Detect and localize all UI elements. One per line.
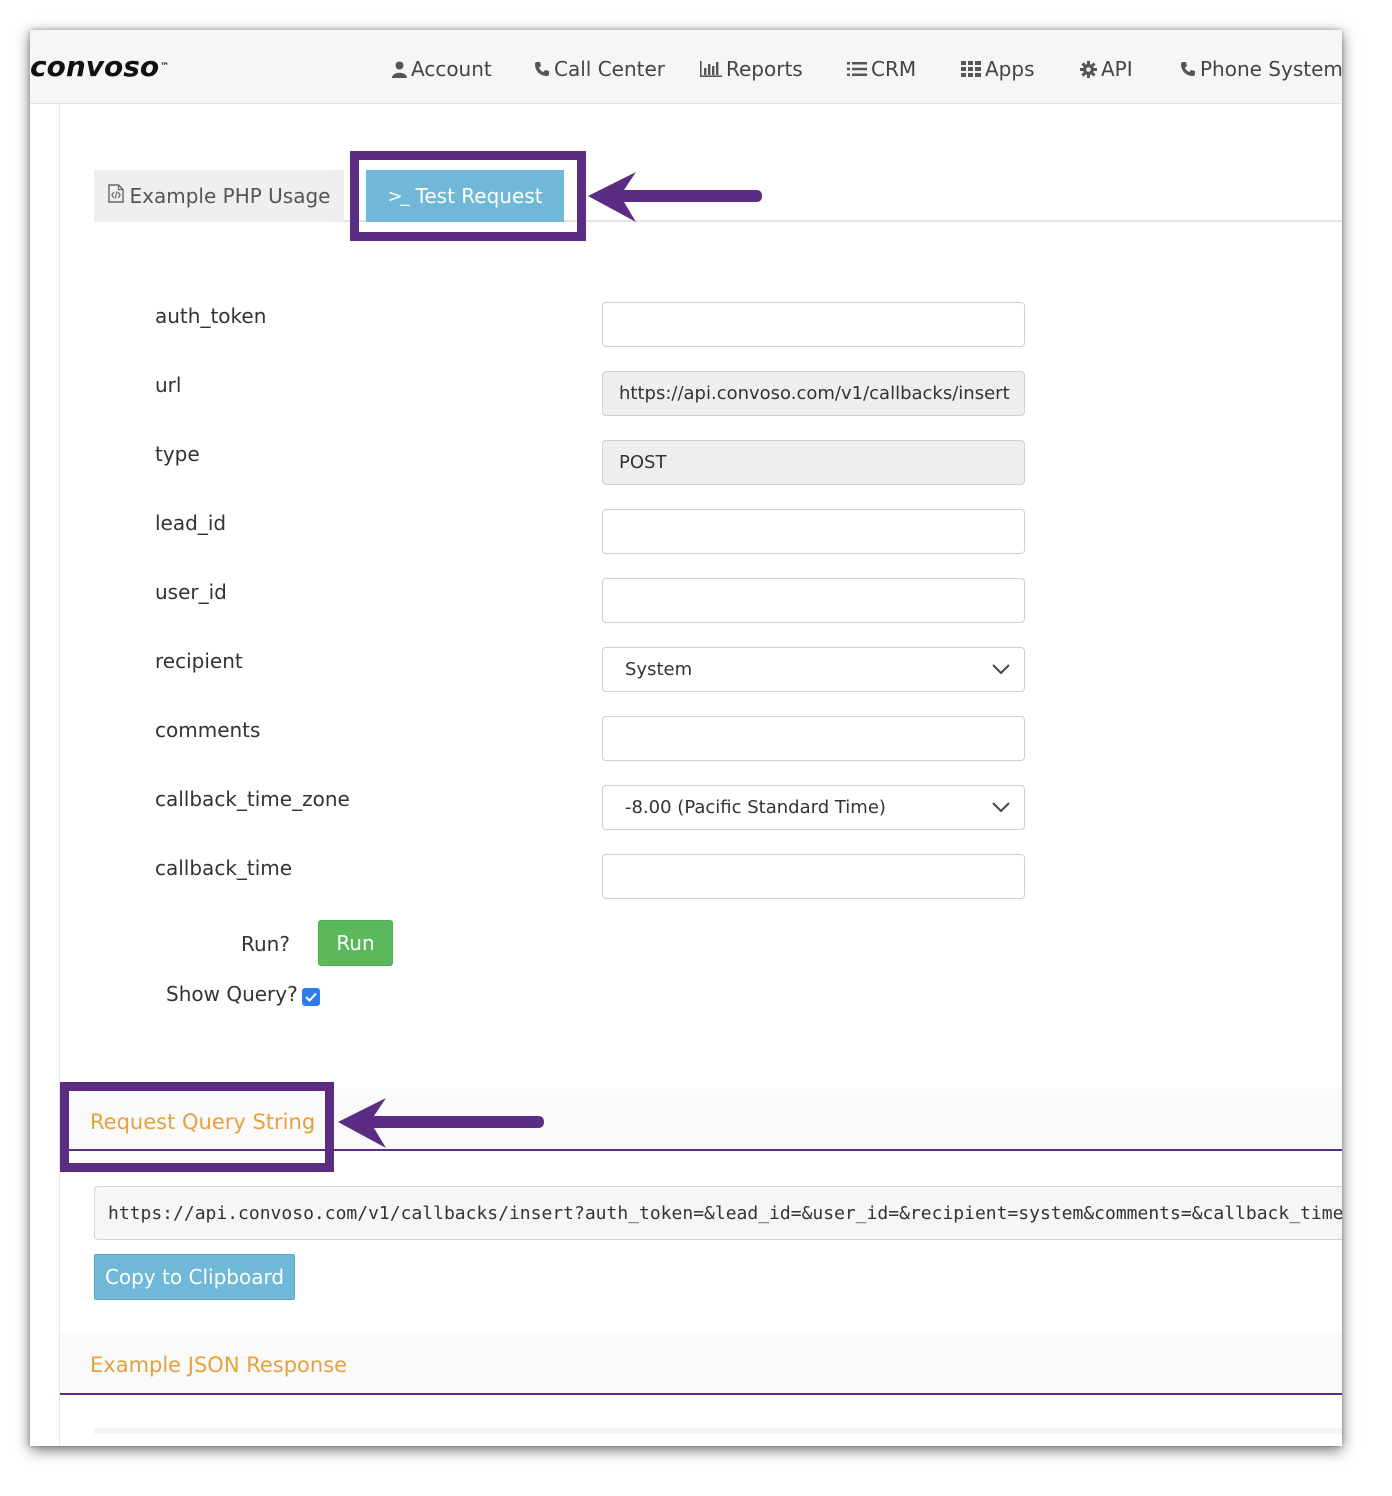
callback-time-input[interactable] bbox=[602, 854, 1025, 899]
field-label-callback-time: callback_time bbox=[155, 856, 293, 880]
tab-example-php-usage-label: Example PHP Usage bbox=[129, 184, 331, 208]
field-label-callback-time-zone: callback_time_zone bbox=[155, 787, 350, 811]
field-label-url: url bbox=[155, 373, 182, 397]
field-label-user-id: user_id bbox=[155, 580, 227, 604]
top-navbar: CONVOSO™ Account Call Center Reports CRM bbox=[30, 30, 1342, 104]
annotation-arrow-icon bbox=[338, 1098, 544, 1148]
copy-to-clipboard-button[interactable]: Copy to Clipboard bbox=[94, 1254, 295, 1300]
bar-chart-icon bbox=[700, 61, 722, 77]
user-id-input[interactable] bbox=[602, 578, 1025, 623]
list-icon bbox=[847, 61, 867, 77]
nav-phone-system-label: Phone System bbox=[1200, 57, 1342, 81]
field-label-lead-id: lead_id bbox=[155, 511, 227, 535]
phone-icon bbox=[1180, 61, 1196, 77]
chevron-down-icon bbox=[992, 659, 1010, 680]
field-label-auth-token: auth_token bbox=[155, 304, 267, 328]
field-label-type: type bbox=[155, 442, 200, 466]
json-response-box bbox=[94, 1428, 1342, 1434]
nav-api-label: API bbox=[1101, 57, 1133, 81]
nav-phone-system[interactable]: Phone System bbox=[1180, 56, 1342, 82]
example-json-response-title: Example JSON Response bbox=[90, 1353, 348, 1377]
convoso-logo[interactable]: CONVOSO™ bbox=[30, 50, 170, 84]
nav-reports[interactable]: Reports bbox=[700, 56, 803, 82]
comments-input[interactable] bbox=[602, 716, 1025, 761]
callback-time-zone-value: -8.00 (Pacific Standard Time) bbox=[625, 797, 886, 818]
checkmark-icon bbox=[305, 992, 317, 1002]
nav-account-label: Account bbox=[411, 57, 492, 81]
run-button[interactable]: Run bbox=[318, 920, 393, 966]
recipient-select-value: System bbox=[625, 659, 693, 680]
annotation-highlight-box bbox=[350, 151, 586, 241]
phone-icon bbox=[534, 61, 550, 77]
nav-api[interactable]: API bbox=[1080, 56, 1133, 82]
callback-time-zone-select[interactable]: -8.00 (Pacific Standard Time) bbox=[602, 785, 1025, 830]
nav-reports-label: Reports bbox=[726, 57, 803, 81]
annotation-arrow-icon bbox=[588, 172, 762, 222]
auth-token-input[interactable] bbox=[602, 302, 1025, 347]
logo-text: CONVOSO bbox=[30, 50, 160, 83]
nav-crm[interactable]: CRM bbox=[847, 56, 916, 82]
show-query-checkbox[interactable] bbox=[302, 988, 320, 1006]
grid-icon bbox=[961, 61, 981, 77]
nav-account[interactable]: Account bbox=[392, 56, 492, 82]
nav-call-center[interactable]: Call Center bbox=[534, 56, 665, 82]
type-input[interactable]: POST bbox=[602, 440, 1025, 485]
nav-crm-label: CRM bbox=[871, 57, 917, 81]
nav-apps[interactable]: Apps bbox=[961, 56, 1035, 82]
nav-call-center-label: Call Center bbox=[554, 57, 666, 81]
request-query-string-output[interactable]: https://api.convoso.com/v1/callbacks/ins… bbox=[94, 1186, 1342, 1240]
url-input[interactable]: https://api.convoso.com/v1/callbacks/ins… bbox=[602, 371, 1025, 416]
gear-icon bbox=[1080, 60, 1097, 78]
content-left-border bbox=[59, 104, 60, 1446]
lead-id-input[interactable] bbox=[602, 509, 1025, 554]
recipient-select[interactable]: System bbox=[602, 647, 1025, 692]
run-label: Run? bbox=[241, 932, 290, 956]
chevron-down-icon bbox=[992, 797, 1010, 818]
annotation-highlight-box bbox=[60, 1082, 334, 1172]
user-icon bbox=[392, 61, 407, 78]
nav-apps-label: Apps bbox=[985, 57, 1035, 81]
file-code-icon bbox=[107, 184, 124, 208]
tab-example-php-usage[interactable]: Example PHP Usage bbox=[94, 170, 344, 222]
browser-frame: CONVOSO™ Account Call Center Reports CRM bbox=[30, 30, 1342, 1446]
field-label-recipient: recipient bbox=[155, 649, 243, 673]
trademark: ™ bbox=[160, 62, 171, 72]
field-label-comments: comments bbox=[155, 718, 261, 742]
show-query-label: Show Query? bbox=[166, 982, 298, 1006]
